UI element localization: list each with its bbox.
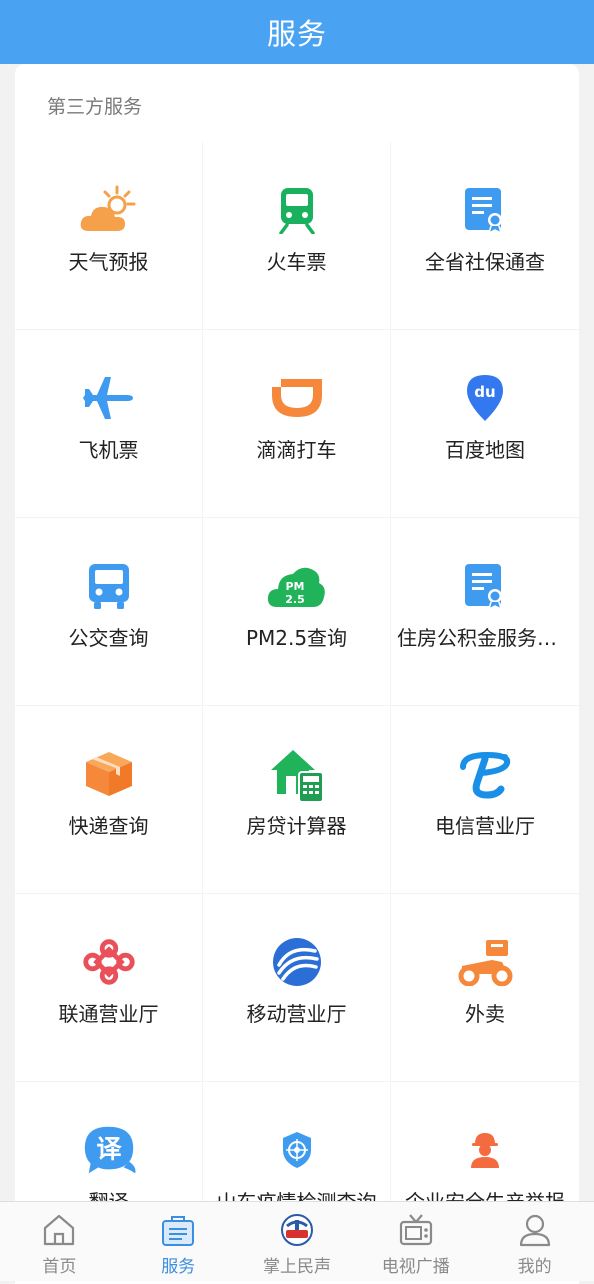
- shield-target-icon: [267, 1120, 327, 1180]
- page-title: 服务: [266, 17, 327, 51]
- tab-label: 我的: [517, 1257, 552, 1277]
- tab-home[interactable]: 首页: [0, 1202, 119, 1281]
- svg-text:2.5: 2.5: [285, 593, 305, 606]
- service-mortgage-calculator[interactable]: 房贷计算器: [203, 706, 391, 894]
- home-icon: [41, 1212, 77, 1248]
- house-calculator-icon: [267, 744, 327, 804]
- certificate-icon: [455, 556, 515, 616]
- service-label: 百度地图: [445, 438, 525, 462]
- translate-icon: 译: [79, 1120, 139, 1180]
- tab-minsheng[interactable]: 掌上民声: [238, 1202, 357, 1281]
- service-label: 飞机票: [78, 438, 139, 462]
- service-social-security[interactable]: 全省社保通查: [391, 142, 579, 330]
- services-grid: 天气预报 火车票 全省社保通查 飞机票 滴滴打车 du 百度地图 公交查询 PM…: [15, 142, 579, 1270]
- service-label: 外卖: [465, 1002, 505, 1026]
- services-card: 第三方服务 天气预报 火车票 全省社保通查 飞机票 滴滴打车 du 百度地图 公…: [15, 64, 579, 1284]
- app-header: 服务: [0, 0, 594, 64]
- service-flight-ticket[interactable]: 飞机票: [15, 330, 203, 518]
- section-title: 第三方服务: [47, 96, 143, 118]
- service-label: 住房公积金服务大…: [397, 626, 573, 650]
- baidu-map-icon: du: [455, 368, 515, 428]
- svg-text:译: 译: [96, 1135, 122, 1164]
- service-label: 全省社保通查: [425, 250, 545, 274]
- service-telecom[interactable]: 电信营业厅: [391, 706, 579, 894]
- tv-icon: [398, 1212, 434, 1248]
- worker-icon: [455, 1120, 515, 1180]
- telecom-icon: [455, 744, 515, 804]
- didi-icon: [267, 368, 327, 428]
- weather-icon: [79, 180, 139, 240]
- tab-label: 电视广播: [381, 1257, 450, 1277]
- service-label: 联通营业厅: [58, 1002, 159, 1026]
- svg-text:PM: PM: [285, 580, 304, 593]
- service-label: 公交查询: [68, 626, 149, 650]
- unicom-icon: [79, 932, 139, 992]
- service-weather[interactable]: 天气预报: [15, 142, 203, 330]
- tab-service[interactable]: 服务: [119, 1202, 238, 1281]
- airplane-icon: [79, 368, 139, 428]
- service-label: 电信营业厅: [435, 814, 535, 838]
- service-label: 天气预报: [68, 250, 149, 274]
- service-label: 滴滴打车: [256, 438, 337, 462]
- service-baidu-map[interactable]: du 百度地图: [391, 330, 579, 518]
- service-icon: [160, 1212, 196, 1248]
- service-housing-fund[interactable]: 住房公积金服务大…: [391, 518, 579, 706]
- pm25-icon: PM 2.5: [267, 556, 327, 616]
- service-label: 移动营业厅: [246, 1002, 347, 1026]
- tab-mine[interactable]: 我的: [475, 1202, 594, 1281]
- service-didi[interactable]: 滴滴打车: [203, 330, 391, 518]
- tab-tv-radio[interactable]: 电视广播: [356, 1202, 475, 1281]
- service-label: 房贷计算器: [246, 814, 347, 838]
- tab-label: 掌上民声: [262, 1257, 331, 1277]
- train-icon: [267, 180, 327, 240]
- certificate-icon: [455, 180, 515, 240]
- tab-label: 首页: [42, 1257, 77, 1277]
- bottom-tab-bar: 首页 服务 掌上民声 电视广播 我的: [0, 1201, 594, 1281]
- minsheng-logo-icon: [279, 1212, 315, 1248]
- service-mobile[interactable]: 移动营业厅: [203, 894, 391, 1082]
- service-label: 快递查询: [68, 814, 149, 838]
- tab-label: 服务: [161, 1257, 196, 1277]
- service-takeout[interactable]: 外卖: [391, 894, 579, 1082]
- mobile-icon: [267, 932, 327, 992]
- service-label: PM2.5查询: [245, 626, 348, 650]
- svg-text:du: du: [474, 383, 495, 401]
- bus-icon: [79, 556, 139, 616]
- service-express[interactable]: 快递查询: [15, 706, 203, 894]
- user-icon: [517, 1212, 553, 1248]
- service-label: 火车票: [266, 250, 327, 274]
- delivery-scooter-icon: [455, 932, 515, 992]
- package-icon: [79, 744, 139, 804]
- service-bus[interactable]: 公交查询: [15, 518, 203, 706]
- service-train-ticket[interactable]: 火车票: [203, 142, 391, 330]
- service-pm25[interactable]: PM 2.5 PM2.5查询: [203, 518, 391, 706]
- service-unicom[interactable]: 联通营业厅: [15, 894, 203, 1082]
